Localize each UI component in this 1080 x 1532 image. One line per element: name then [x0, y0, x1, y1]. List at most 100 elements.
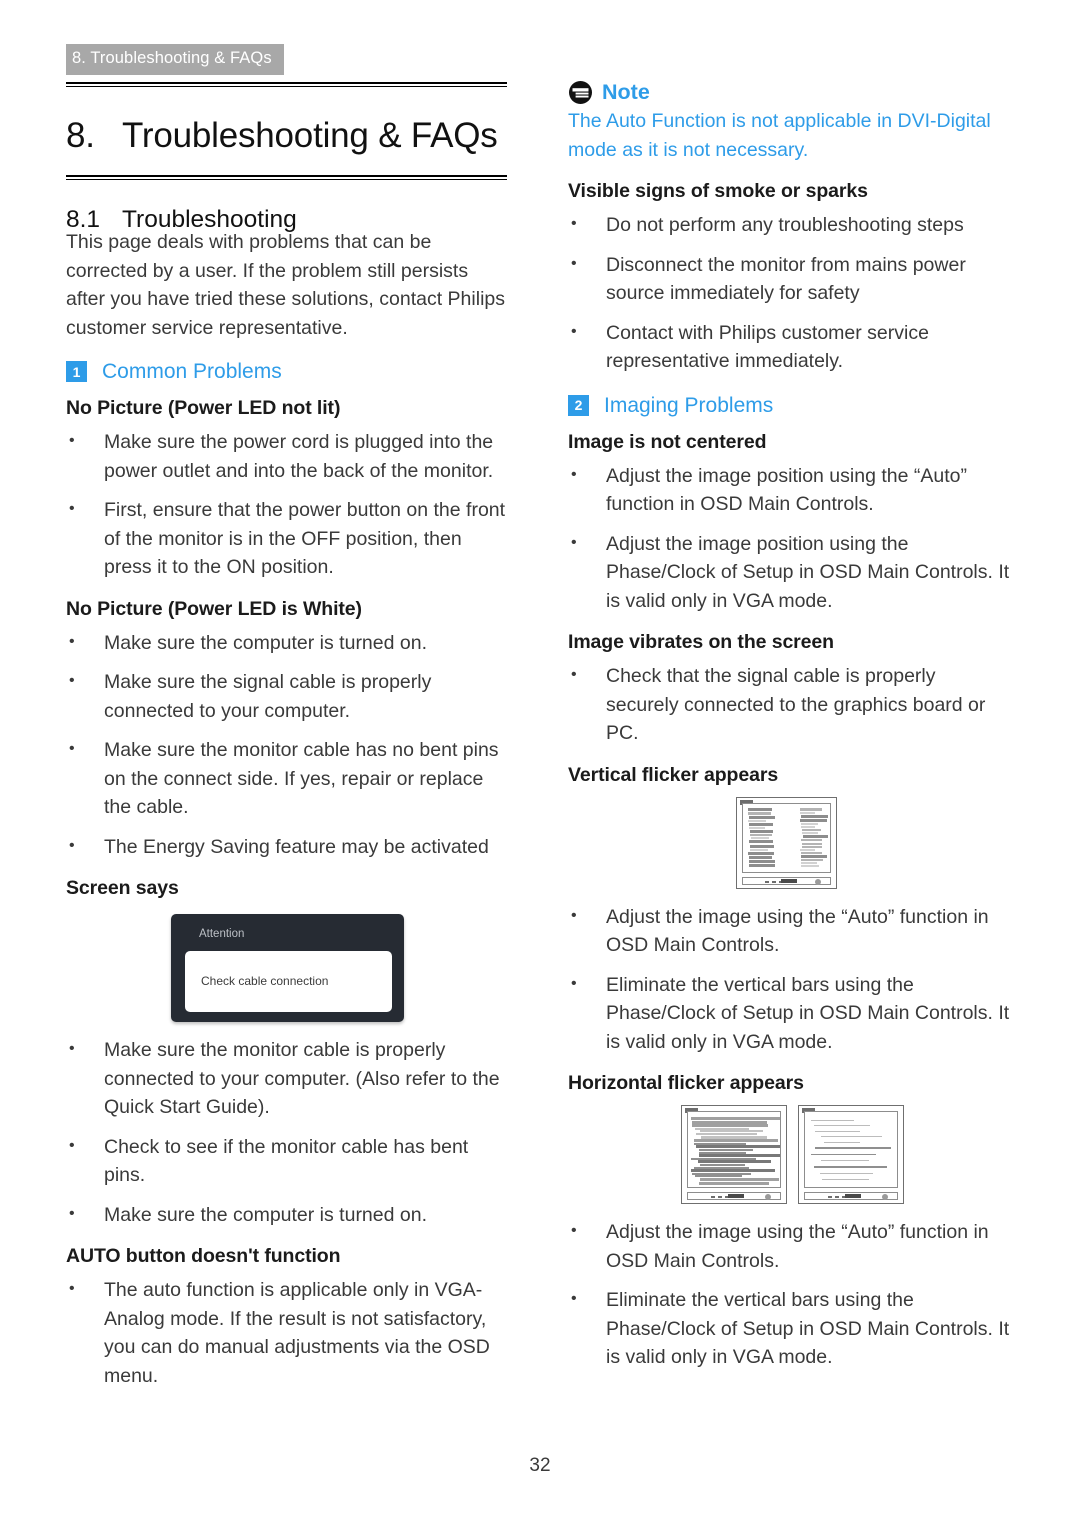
scanline	[694, 1139, 778, 1143]
osd-dialog-title: Attention	[199, 928, 245, 941]
scanline	[820, 1173, 873, 1175]
chapter-number: 8.	[66, 116, 95, 156]
section-rule	[66, 175, 507, 180]
monitor-illustration	[798, 1105, 904, 1205]
scanline	[801, 865, 819, 868]
monitor-base-knob	[845, 1194, 862, 1199]
list-item: Make sure the monitor cable has no bent …	[66, 735, 509, 822]
monitor-screen	[687, 1111, 781, 1189]
scanline	[750, 844, 774, 848]
scanline	[749, 859, 775, 863]
page-title: 8. Troubleshooting & FAQs	[66, 116, 526, 156]
scanline	[801, 826, 815, 829]
page-number: 32	[529, 1455, 551, 1476]
scanline	[802, 842, 822, 845]
osd-dialog: Attention Check cable connection	[171, 914, 404, 1023]
list-item: The auto function is applicable only in …	[66, 1275, 509, 1390]
scanline	[750, 848, 768, 851]
monitor-base-dial	[815, 878, 821, 885]
chapter-rule	[66, 82, 507, 87]
monitor-base-dial	[765, 1194, 771, 1201]
scanline	[699, 1154, 780, 1158]
group-badge-2: 2	[568, 394, 589, 416]
left-column: This page deals with problems that can b…	[66, 228, 509, 1401]
group-heading-imaging-problems: 2 Imaging Problems	[568, 394, 1011, 417]
list-item: Check to see if the monitor cable has be…	[66, 1132, 509, 1190]
list-item: Adjust the image using the “Auto” functi…	[568, 1217, 1011, 1275]
horizontal-flicker-figure	[568, 1105, 1011, 1205]
list-item: Make sure the power cord is plugged into…	[66, 427, 509, 485]
scanline	[748, 851, 774, 855]
vertical-flicker-figure	[568, 796, 1011, 889]
osd-dialog-body: Check cable connection	[185, 950, 392, 1012]
osd-attention-figure: Attention Check cable connection	[66, 914, 509, 1023]
heading-vertical-flicker: Vertical flicker appears	[568, 763, 779, 786]
scanline	[749, 815, 775, 819]
scanline	[749, 822, 773, 826]
list-item: Eliminate the vertical bars using the Ph…	[568, 970, 1011, 1057]
monitor-base	[742, 876, 831, 885]
scanline	[824, 1142, 860, 1144]
monitor-illustration	[736, 796, 837, 889]
note-label: Note	[602, 79, 650, 104]
list-item: Disconnect the monitor from mains power …	[568, 250, 1011, 308]
scanline	[696, 1145, 780, 1149]
group-label-common-problems: Common Problems	[102, 360, 282, 383]
list-item: Do not perform any troubleshooting steps	[568, 210, 1011, 240]
scanline	[750, 830, 773, 834]
heading-image-vibrates: Image vibrates on the screen	[568, 631, 834, 654]
scanline	[814, 1125, 870, 1127]
scanline	[802, 829, 821, 832]
list-item: Adjust the image position using the “Aut…	[568, 461, 1011, 519]
scanline	[749, 864, 775, 868]
scanline	[750, 834, 772, 837]
scanline	[802, 845, 822, 848]
right-column: Note The Auto Function is not applicable…	[568, 80, 1011, 1383]
scanline	[815, 1147, 891, 1150]
list-item: Make sure the computer is turned on.	[66, 628, 509, 658]
scanline	[800, 818, 827, 822]
scanline	[748, 819, 766, 822]
scanline	[821, 1160, 869, 1162]
scanline	[698, 1160, 771, 1164]
scanline	[699, 1181, 769, 1185]
group-badge-1: 1	[66, 361, 87, 383]
note-heading: Note	[568, 80, 1011, 105]
monitor-base-knob	[781, 878, 798, 883]
scanline	[803, 835, 828, 839]
scanline	[815, 1131, 860, 1133]
scanline	[800, 811, 815, 814]
scanline	[811, 1120, 854, 1122]
intro-paragraph: This page deals with problems that can b…	[66, 231, 505, 339]
scanline	[749, 827, 765, 830]
list-item: Make sure the monitor cable is properly …	[66, 1035, 509, 1122]
scanline	[801, 859, 823, 862]
group-label-imaging-problems: Imaging Problems	[604, 393, 774, 417]
heading-no-picture-led-white: No Picture (Power LED is White)	[66, 597, 362, 620]
scanline	[822, 1179, 869, 1181]
scanline	[691, 1169, 775, 1173]
list-item: Contact with Philips customer service re…	[568, 318, 1011, 376]
note-icon	[568, 80, 593, 105]
scanline	[801, 822, 818, 825]
document-page: 8. Troubleshooting & FAQs 8. Troubleshoot…	[0, 0, 1080, 1532]
running-header-tab: 8. Troubleshooting & FAQs	[66, 44, 284, 75]
scanline	[748, 811, 771, 815]
scanline	[801, 862, 817, 865]
monitor-screen	[742, 802, 831, 873]
scanline	[692, 1120, 767, 1124]
scanline	[814, 1166, 887, 1169]
monitor-base-dial	[882, 1194, 888, 1201]
scanline	[801, 839, 822, 842]
scanline	[751, 837, 769, 840]
list-item: Adjust the image using the “Auto” functi…	[568, 902, 1011, 960]
heading-smoke-or-sparks: Visible signs of smoke or sparks	[568, 180, 868, 202]
note-text: The Auto Function is not applicable in D…	[568, 110, 991, 161]
scanline	[800, 848, 815, 851]
scanline	[801, 854, 827, 858]
monitor-screen	[804, 1111, 898, 1189]
heading-screen-says: Screen says	[66, 877, 179, 900]
list-item: First, ensure that the power button on t…	[66, 495, 509, 582]
heading-horizontal-flicker: Horizontal flicker appears	[568, 1072, 804, 1095]
heading-no-picture-led-not-lit: No Picture (Power LED not lit)	[66, 397, 341, 420]
